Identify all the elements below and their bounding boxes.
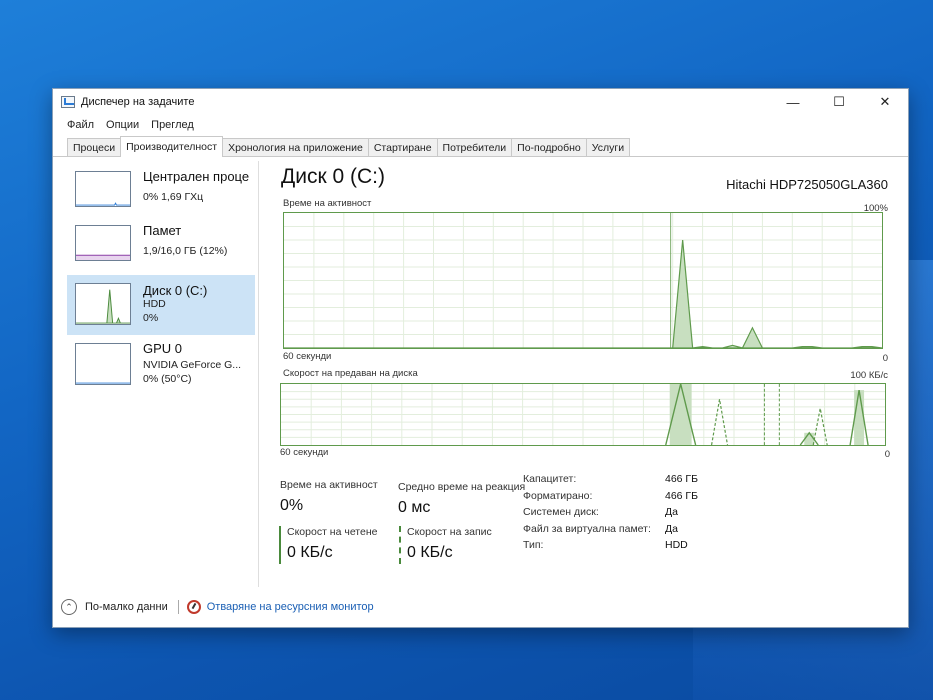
sidebar-item-memory[interactable]: Памет 1,9/16,0 ГБ (12%) (67, 215, 255, 275)
less-details-link[interactable]: По-малко данни (85, 601, 168, 613)
sidebar-item-disk[interactable]: Диск 0 (C:) HDD 0% (67, 275, 255, 335)
transfer-graph-label: Скорост на предаван на диска (283, 368, 418, 379)
maximize-button[interactable]: ☐ (816, 89, 862, 115)
footer-bar: ⌃ По-малко данни Отваряне на ресурсния м… (53, 587, 908, 627)
property-row: Системен диск: Да (523, 504, 698, 521)
activity-time-label: 60 секунди (283, 351, 332, 362)
property-key: Системен диск: (523, 506, 599, 519)
page-title: Диск 0 (C:) (281, 165, 385, 188)
menu-file[interactable]: Файл (67, 119, 94, 131)
memory-thumbnail-graph (75, 225, 131, 261)
read-speed-label: Скорост на четене (287, 526, 378, 538)
sidebar-item-detail: HDD (143, 298, 166, 310)
write-speed-indicator (399, 526, 401, 564)
sidebar-item-label: Централен проце (143, 169, 250, 184)
transfer-graph-min: 0 (884, 449, 890, 460)
read-series (854, 390, 865, 445)
footer-separator (177, 600, 179, 614)
read-speed-indicator (279, 526, 281, 564)
sidebar-item-usage: 0% (50°C) (143, 373, 192, 385)
tab-performance[interactable]: Производителност (120, 136, 224, 157)
disk-thumbnail-graph (75, 283, 131, 325)
minimize-button[interactable]: — (770, 89, 816, 115)
sidebar-item-detail: 0% 1,69 ГХц (143, 191, 204, 203)
property-value: Да (665, 522, 678, 535)
cpu-thumbnail-graph (75, 171, 131, 207)
sidebar-item-cpu[interactable]: Централен проце 0% 1,69 ГХц (67, 161, 255, 221)
transfer-graph-max: 100 КБ/с (850, 370, 888, 381)
sidebar-item-usage: 0% (143, 312, 159, 324)
property-row: Капацитет: 466 ГБ (523, 471, 698, 488)
property-value: 466 ГБ (665, 489, 699, 502)
disk-detail-panel: Диск 0 (C:) Hitachi HDP725050GLA360 Врем… (263, 161, 894, 587)
response-stat-value: 0 мс (398, 499, 431, 516)
tab-services[interactable]: Услуги (585, 138, 631, 156)
activity-graph (283, 212, 883, 349)
property-key: Капацитет: (523, 473, 577, 486)
activity-graph-min: 0 (882, 353, 888, 364)
tab-startup[interactable]: Стартиране (367, 138, 438, 156)
disk-properties: Капацитет: 466 ГБ Форматирано: 466 ГБ Си… (523, 471, 698, 554)
transfer-rate-graph (280, 383, 886, 446)
tab-bar: Процеси Производителност Хронология на п… (53, 135, 908, 157)
property-key: Форматирано: (523, 489, 593, 502)
resource-monitor-icon (186, 600, 201, 614)
tab-processes[interactable]: Процеси (67, 138, 122, 156)
activity-graph-label: Време на активност (283, 198, 372, 209)
sidebar-item-gpu[interactable]: GPU 0 NVIDIA GeForce G... 0% (50°C) (67, 333, 255, 393)
menu-view[interactable]: Преглед (151, 119, 194, 131)
tab-users[interactable]: Потребители (436, 138, 513, 156)
sidebar-item-label: Памет (143, 223, 182, 238)
tab-details[interactable]: По-подробно (511, 138, 587, 156)
read-speed-value: 0 КБ/с (287, 544, 333, 561)
title-bar[interactable]: Диспечер на задачите — ☐ ✕ (53, 89, 908, 115)
write-speed-label: Скорост на запис (407, 526, 492, 538)
window-controls: — ☐ ✕ (770, 89, 908, 115)
property-row: Файл за виртуална памет: Да (523, 521, 698, 538)
response-stat-label: Средно време на реакция (398, 481, 526, 493)
sidebar-item-label: GPU 0 (143, 341, 183, 356)
window-title: Диспечер на задачите (81, 96, 195, 108)
sidebar-item-detail: NVIDIA GeForce G... (143, 359, 242, 371)
close-button[interactable]: ✕ (862, 89, 908, 115)
property-key: Тип: (523, 539, 544, 552)
transfer-time-label: 60 секунди (280, 447, 329, 458)
property-row: Форматирано: 466 ГБ (523, 488, 698, 505)
menu-options[interactable]: Опции (106, 119, 139, 131)
property-value: 466 ГБ (665, 473, 699, 486)
activity-stat-label: Време на активност (280, 479, 378, 491)
disk-model: Hitachi HDP725050GLA360 (726, 177, 888, 192)
property-row: Тип: HDD (523, 537, 698, 554)
activity-stat-value: 0% (280, 497, 304, 514)
read-series (804, 432, 815, 445)
sidebar-item-detail: 1,9/16,0 ГБ (12%) (143, 245, 228, 257)
menu-bar: Файл Опции Преглед (53, 115, 908, 135)
tab-app-history[interactable]: Хронология на приложение (222, 138, 369, 156)
performance-content: Централен проце 0% 1,69 ГХц Памет 1,9/16… (67, 161, 894, 587)
write-speed-value: 0 КБ/с (407, 544, 453, 561)
property-key: Файл за виртуална памет: (523, 522, 651, 535)
resource-monitor-link[interactable]: Отваряне на ресурсния монитор (207, 601, 374, 613)
property-value: HDD (665, 539, 688, 552)
sidebar-item-label: Диск 0 (C:) (143, 283, 208, 298)
resource-sidebar: Централен проце 0% 1,69 ГХц Памет 1,9/16… (67, 161, 259, 587)
gpu-thumbnail-graph (75, 343, 131, 385)
task-manager-icon (61, 96, 75, 108)
chevron-up-icon[interactable]: ⌃ (61, 599, 77, 615)
property-value: Да (665, 506, 678, 519)
task-manager-window: Диспечер на задачите — ☐ ✕ Файл Опции Пр… (52, 88, 909, 628)
